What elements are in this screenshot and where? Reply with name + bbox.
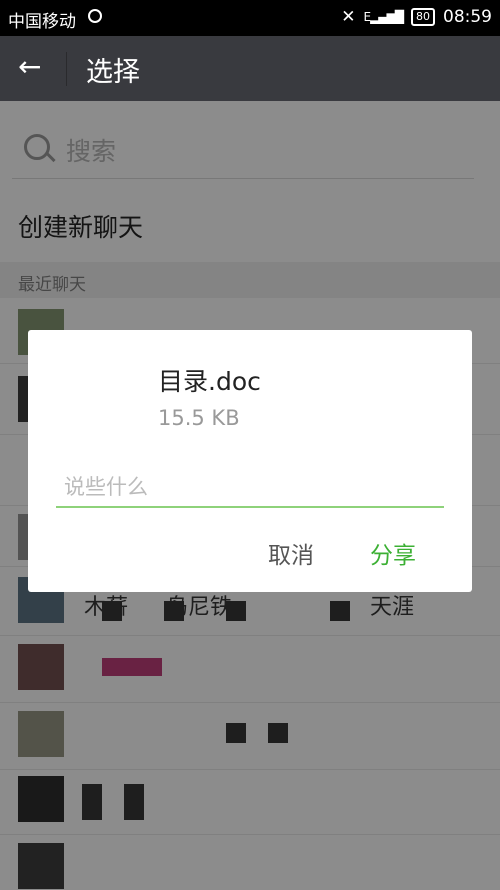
status-right: ✕ E▂▄▆█ 80 08:59 bbox=[341, 7, 492, 27]
signal-icon: E▂▄▆█ bbox=[363, 10, 404, 24]
carrier-name: 中国移动 bbox=[8, 12, 76, 32]
file-name: 目录.doc bbox=[158, 367, 261, 396]
clock: 08:59 bbox=[443, 7, 492, 27]
file-size: 15.5 KB bbox=[158, 406, 240, 430]
status-bar: 中国移动 ✕ E▂▄▆█ 80 08:59 bbox=[0, 0, 500, 36]
mute-icon: ✕ bbox=[341, 7, 356, 27]
top-bar: ← 选择 bbox=[0, 36, 500, 101]
header-divider bbox=[66, 52, 67, 86]
share-button[interactable]: 分享 bbox=[370, 536, 416, 570]
cancel-button[interactable]: 取消 bbox=[268, 536, 314, 570]
arrow-left-icon[interactable]: ← bbox=[18, 50, 41, 83]
message-input[interactable] bbox=[56, 468, 444, 508]
page-title: 选择 bbox=[86, 57, 140, 88]
share-dialog: 目录.doc 15.5 KB 取消 分享 bbox=[28, 330, 472, 592]
battery-icon: 80 bbox=[411, 8, 435, 26]
sync-icon bbox=[88, 9, 102, 23]
